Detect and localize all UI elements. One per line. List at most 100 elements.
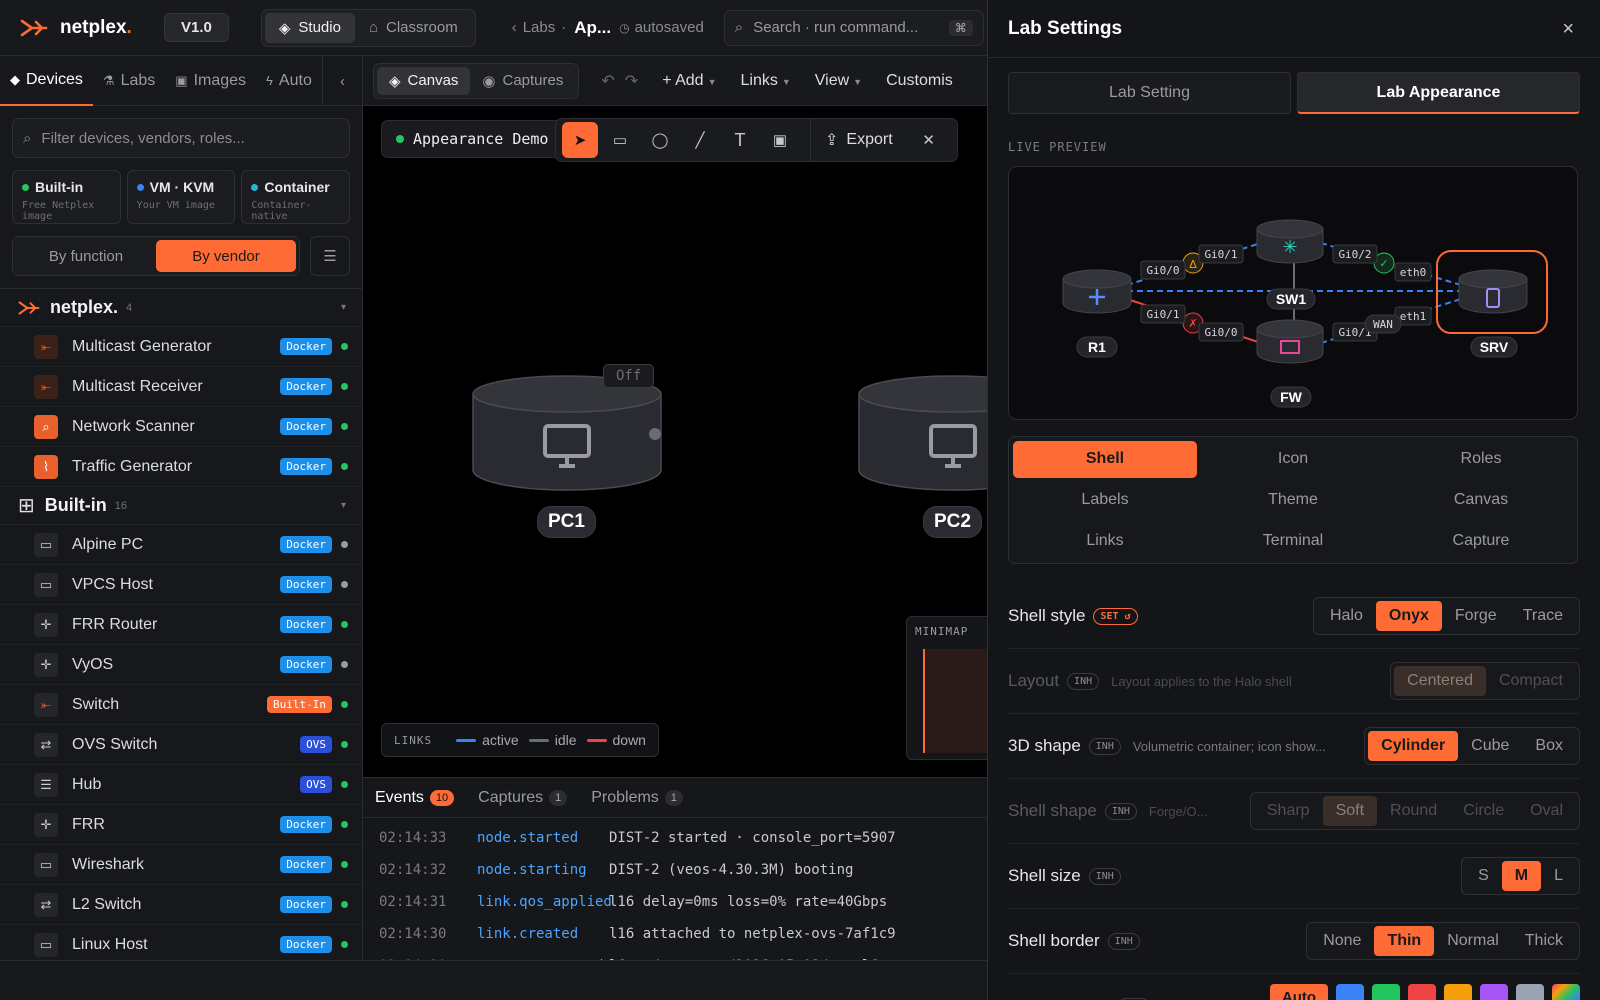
links-menu[interactable]: Links ▼ (740, 72, 790, 90)
device-row-switch[interactable]: ⤜ Switch Built-In (0, 685, 362, 725)
tab-auto[interactable]: ϟ Auto (256, 56, 322, 106)
colour-swatch[interactable] (1480, 984, 1508, 1000)
topology-canvas[interactable]: Appearance Demo ➤ ▭ ◯ ╱ T ▣ ⇪ Export ✕ Of… (363, 106, 987, 777)
breadcrumb-labs[interactable]: Labs (523, 19, 556, 36)
mode-studio[interactable]: ◈ Studio (264, 12, 355, 43)
category-labels[interactable]: Labels (1013, 482, 1197, 519)
colour-swatch[interactable] (1444, 984, 1472, 1000)
category-capture[interactable]: Capture (1389, 522, 1573, 559)
export-button[interactable]: ⇪ Export (810, 118, 907, 162)
category-shell[interactable]: Shell (1013, 441, 1197, 478)
option-s[interactable]: S (1465, 861, 1502, 891)
inherit-tag[interactable]: INH (1104, 802, 1137, 820)
category-links[interactable]: Links (1013, 522, 1197, 559)
tab-devices[interactable]: ◆ Devices (0, 56, 93, 106)
close-tools-button[interactable]: ✕ (911, 122, 947, 158)
category-terminal[interactable]: Terminal (1201, 522, 1385, 559)
customise-menu[interactable]: Customis (886, 72, 953, 90)
device-row-network-scanner[interactable]: ⌕ Network Scanner Docker (0, 407, 362, 447)
inherit-tag[interactable]: INH (1088, 737, 1121, 755)
lab-name-chip[interactable]: Appearance Demo (381, 120, 564, 158)
option-forge[interactable]: Forge (1442, 601, 1510, 631)
tab-lab-setting[interactable]: Lab Setting (1008, 72, 1291, 114)
swatch-auto[interactable]: Auto (1270, 984, 1328, 1000)
events-tab-problems[interactable]: Problems 1 (579, 778, 695, 818)
tab-canvas[interactable]: ◈ Canvas (377, 66, 471, 95)
category-roles[interactable]: Roles (1389, 441, 1573, 478)
device-row-vpcs-host[interactable]: ▭ VPCS Host Docker (0, 565, 362, 605)
category-theme[interactable]: Theme (1201, 482, 1385, 519)
image-tool[interactable]: ▣ (762, 122, 798, 158)
inherit-tag[interactable]: INH (1107, 932, 1140, 950)
canvas-node-pc1[interactable] (471, 374, 663, 492)
event-row[interactable]: 02:14:32 node.starting DIST-2 (veos-4.30.3… (363, 854, 987, 886)
view-menu[interactable]: View ▼ (815, 72, 862, 90)
mode-classroom[interactable]: ⌂ Classroom (355, 13, 472, 43)
option-cube[interactable]: Cube (1458, 731, 1522, 761)
sort-by-function[interactable]: By function (16, 240, 156, 272)
breadcrumb-current[interactable]: Ap... (574, 18, 611, 38)
redo-icon[interactable]: ↷ (625, 71, 638, 91)
option-none[interactable]: None (1310, 926, 1374, 956)
option-cylinder[interactable]: Cylinder (1368, 731, 1459, 761)
minimap[interactable]: MINIMAP (906, 616, 987, 760)
device-row-alpine-pc[interactable]: ▭ Alpine PC Docker (0, 525, 362, 565)
chevron-down-icon[interactable]: ▾ (341, 500, 346, 511)
event-row[interactable]: 02:14:30capture.startedl6 → /captures/20… (363, 950, 987, 960)
brand[interactable]: netplex. (20, 17, 134, 39)
event-row[interactable]: 02:14:31 link.qos_applied l16 delay=0ms lo… (363, 886, 987, 918)
canvas-node-pc2[interactable] (857, 374, 987, 492)
inherit-tag[interactable]: INH (1067, 672, 1100, 690)
source-card-built-in[interactable]: Built-in Free Netplex image (12, 170, 121, 224)
select-tool[interactable]: ➤ (562, 122, 598, 158)
device-row-frr-router[interactable]: ✛ FRR Router Docker (0, 605, 362, 645)
event-row[interactable]: 02:14:30 link.created l16 attached to netp… (363, 918, 987, 950)
category-icon[interactable]: Icon (1201, 441, 1385, 478)
option-thin[interactable]: Thin (1374, 926, 1435, 956)
device-row-multicast-generator[interactable]: ⤜ Multicast Generator Docker (0, 327, 362, 367)
source-card-container[interactable]: Container Container-native (241, 170, 351, 224)
device-row-traffic-generator[interactable]: ⌇ Traffic Generator Docker (0, 447, 362, 487)
device-row-vyos[interactable]: ✛ VyOS Docker (0, 645, 362, 685)
text-tool[interactable]: T (722, 122, 758, 158)
version-badge[interactable]: V1.0 (164, 13, 229, 42)
events-tab-captures[interactable]: Captures 1 (466, 778, 579, 818)
device-row-hub[interactable]: ☰ Hub OVS (0, 765, 362, 805)
device-row-multicast-receiver[interactable]: ⤜ Multicast Receiver Docker (0, 367, 362, 407)
ellipse-tool[interactable]: ◯ (642, 122, 678, 158)
tab-lab-appearance[interactable]: Lab Appearance (1297, 72, 1580, 114)
option-onyx[interactable]: Onyx (1375, 601, 1442, 631)
rectangle-tool[interactable]: ▭ (602, 122, 638, 158)
device-row-frr[interactable]: ✛ FRR Docker (0, 805, 362, 845)
chevron-down-icon[interactable]: ▾ (341, 302, 346, 313)
option-thick[interactable]: Thick (1512, 926, 1576, 956)
tab-images[interactable]: ▣ Images (165, 56, 256, 106)
source-card-vm-kvm[interactable]: VM · KVM Your VM image (126, 170, 236, 224)
option-trace[interactable]: Trace (1510, 601, 1576, 631)
line-tool[interactable]: ╱ (682, 122, 718, 158)
event-row[interactable]: 02:14:33 node.started DIST-2 started · con… (363, 822, 987, 854)
minimap-viewport[interactable] (923, 649, 987, 753)
colour-swatch[interactable] (1408, 984, 1436, 1000)
chevron-left-icon[interactable]: ‹ (512, 19, 517, 36)
events-tab-events[interactable]: Events 10 (363, 778, 466, 818)
tab-labs[interactable]: ⚗ Labs (93, 56, 165, 106)
add-menu[interactable]: + Add ▼ (662, 72, 716, 90)
device-row-l2-switch[interactable]: ⇄ L2 Switch Docker (0, 885, 362, 925)
device-row-ovs-switch[interactable]: ⇄ OVS Switch OVS (0, 725, 362, 765)
group-builtin[interactable]: ⊞ Built-in 16 ▾ (0, 487, 362, 525)
option-m[interactable]: M (1501, 861, 1542, 891)
group-netplex[interactable]: netplex. 4 ▾ (0, 289, 362, 327)
colour-swatch[interactable] (1516, 984, 1544, 1000)
device-row-wireshark[interactable]: ▭ Wireshark Docker (0, 845, 362, 885)
colour-swatch[interactable] (1336, 984, 1364, 1000)
close-icon[interactable]: × (1562, 18, 1574, 41)
sort-by-vendor[interactable]: By vendor (156, 240, 296, 272)
rainbow-swatch[interactable] (1552, 984, 1580, 1000)
collapse-panel-button[interactable]: ‹ (322, 56, 362, 106)
device-filter-input[interactable]: ⌕ Filter devices, vendors, roles... (12, 118, 350, 158)
colour-swatch[interactable] (1372, 984, 1400, 1000)
tab-captures[interactable]: ◉ Captures (470, 67, 575, 95)
category-canvas[interactable]: Canvas (1389, 482, 1573, 519)
list-options-button[interactable]: ☰ (310, 236, 350, 276)
